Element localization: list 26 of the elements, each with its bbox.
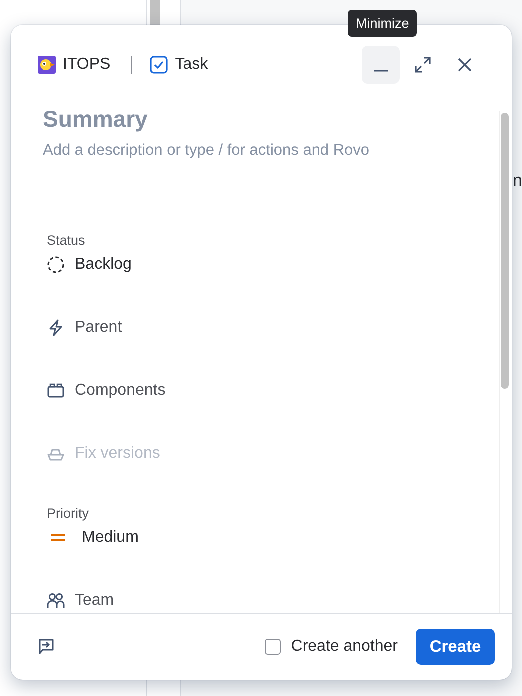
body-text: n bbox=[513, 171, 522, 191]
expand-icon bbox=[414, 56, 432, 74]
project-logo-icon bbox=[38, 56, 56, 74]
checkbox-label: Create another bbox=[291, 638, 398, 656]
checkbox-icon bbox=[150, 56, 168, 74]
field-label: Priority bbox=[47, 505, 90, 523]
field-button[interactable]: Team bbox=[47, 589, 114, 613]
status-icon bbox=[47, 256, 65, 274]
scrollbar-thumb[interactable] bbox=[501, 113, 509, 389]
field-button[interactable]: Parent bbox=[47, 316, 122, 340]
field-value[interactable]: Backlog bbox=[47, 253, 132, 277]
people-icon bbox=[47, 592, 65, 610]
checkbox[interactable] bbox=[265, 639, 282, 655]
create-button[interactable]: Create bbox=[416, 629, 495, 665]
field-value[interactable]: Medium bbox=[49, 526, 139, 550]
field-label: Status bbox=[47, 232, 86, 250]
lightning-icon bbox=[47, 319, 65, 337]
minimize-icon bbox=[374, 70, 388, 72]
project-name[interactable]: ITOPS bbox=[63, 56, 111, 74]
field-button[interactable]: Components bbox=[47, 379, 166, 403]
feedback-icon bbox=[37, 638, 55, 656]
close-icon bbox=[457, 57, 473, 73]
component-icon bbox=[47, 382, 65, 400]
issue-type[interactable]: Task bbox=[175, 56, 208, 74]
tooltip: Minimize bbox=[348, 10, 418, 37]
scrollbar-thumb bbox=[150, 0, 160, 25]
